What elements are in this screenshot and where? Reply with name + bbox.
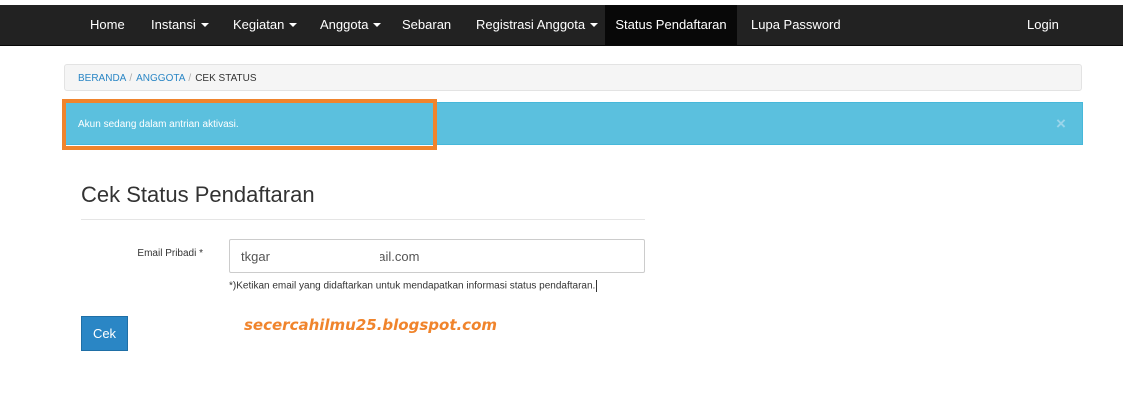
caret-down-icon [200,22,209,27]
watermark: secercahilmu25.blogspot.com [244,316,498,334]
nav-status-pendaftaran[interactable]: Status Pendaftaran [605,5,737,45]
cek-button[interactable]: Cek [81,316,128,351]
email-help-text-content: *)Ketikan email yang didaftarkan untuk m… [229,280,596,292]
nav-login-label: Login [1027,17,1059,32]
nav-kegiatan[interactable]: Kegiatan [233,5,298,45]
close-icon[interactable]: × [1054,115,1068,132]
top-navbar: Home Instansi Kegiatan Anggota Sebaran R… [0,5,1123,46]
nav-instansi-label: Instansi [151,17,196,32]
title-divider [81,219,645,220]
nav-login[interactable]: Login [1027,5,1059,45]
nav-sebaran[interactable]: Sebaran [402,5,451,45]
redaction-mask [272,244,380,268]
nav-anggota-label: Anggota [320,17,369,32]
breadcrumb-current: CEK STATUS [195,73,257,84]
breadcrumb-separator: / [188,73,192,84]
nav-lupa-password-label: Lupa Password [751,17,841,32]
breadcrumb: BERANDA / ANGGOTA / CEK STATUS [64,64,1082,91]
nav-instansi[interactable]: Instansi [151,5,209,45]
breadcrumb-beranda[interactable]: BERANDA [78,73,126,84]
nav-status-label: Status Pendaftaran [615,17,727,32]
caret-down-icon [373,22,382,27]
text-cursor [596,280,598,292]
caret-down-icon [590,22,599,27]
caret-down-icon [289,22,298,27]
nav-registrasi-label: Registrasi Anggota [476,17,586,32]
highlight-annotation [62,99,437,150]
page-title: Cek Status Pendaftaran [81,182,315,207]
breadcrumb-anggota[interactable]: ANGGOTA [136,73,185,84]
nav-kegiatan-label: Kegiatan [233,17,285,32]
nav-home-label: Home [90,17,125,32]
breadcrumb-separator: / [129,73,133,84]
nav-home[interactable]: Home [90,5,125,45]
email-help-text: *)Ketikan email yang didaftarkan untuk m… [229,280,598,292]
nav-anggota[interactable]: Anggota [320,5,382,45]
nav-lupa-password[interactable]: Lupa Password [751,5,841,45]
email-label: Email Pribadi * [137,248,203,259]
nav-registrasi-anggota[interactable]: Registrasi Anggota [476,5,599,45]
nav-sebaran-label: Sebaran [402,17,452,32]
page: Home Instansi Kegiatan Anggota Sebaran R… [0,0,1123,409]
